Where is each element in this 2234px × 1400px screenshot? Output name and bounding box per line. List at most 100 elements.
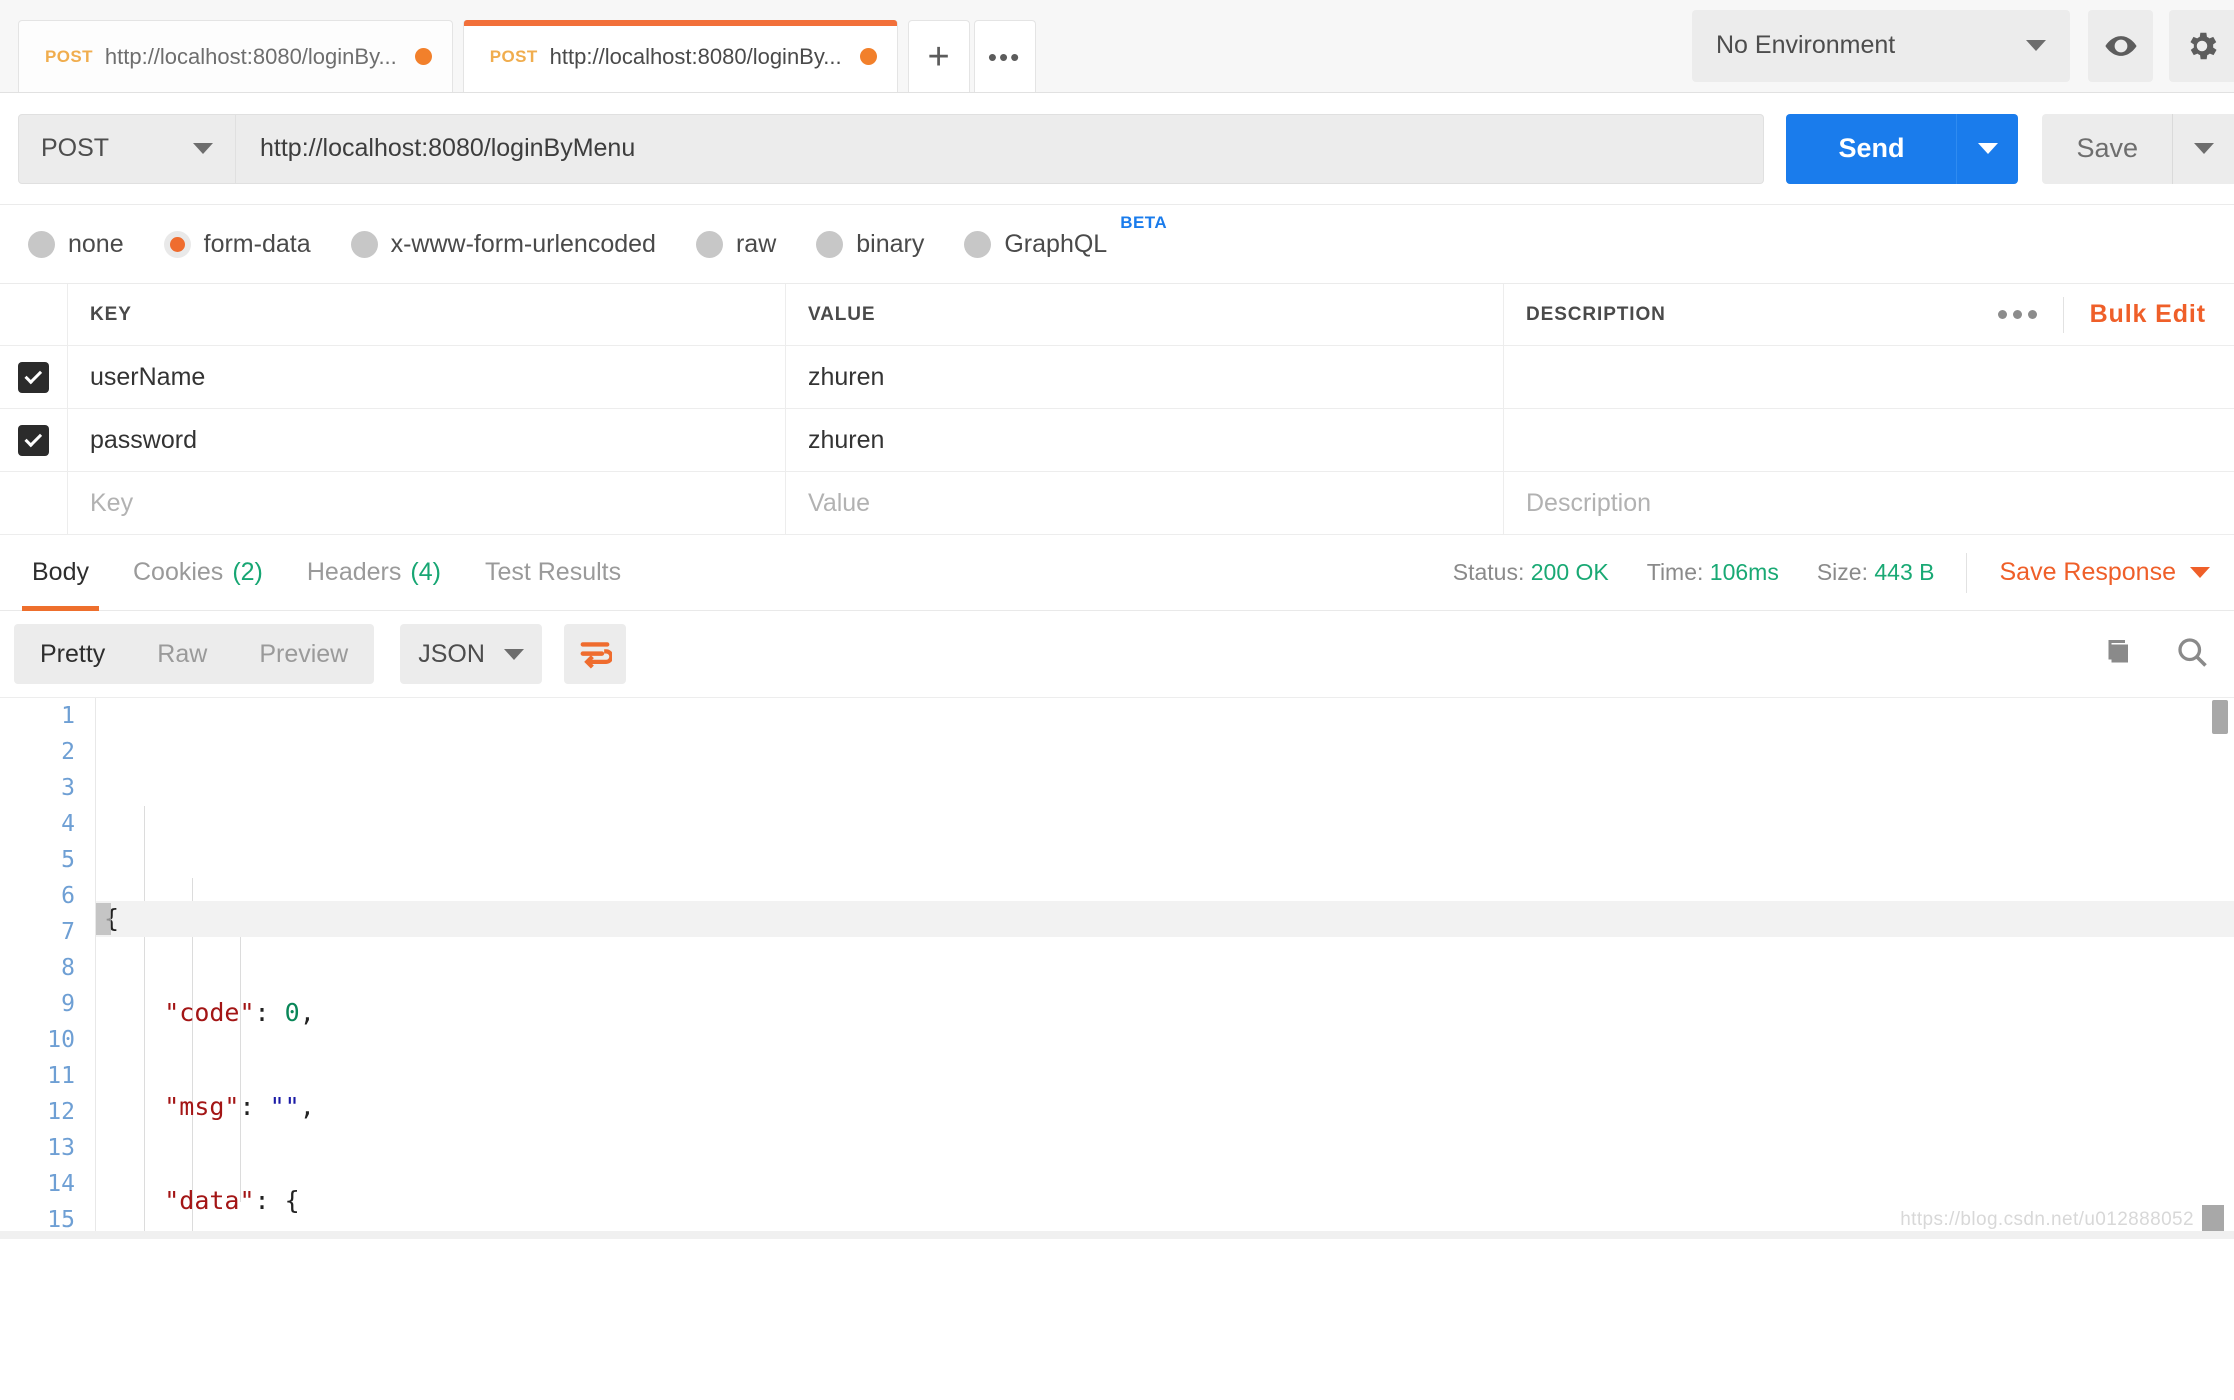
divider	[1966, 552, 1968, 593]
tab-test-results-label: Test Results	[484, 558, 622, 586]
row-enabled-checkbox-empty[interactable]	[0, 472, 68, 534]
row-description-input[interactable]	[1504, 346, 2234, 408]
workspace-controls: No Environment	[1692, 0, 2234, 92]
new-row-key-input[interactable]: Key	[68, 472, 786, 534]
status-label: Status:	[1452, 559, 1525, 585]
line-number: 3	[61, 775, 75, 801]
line-number: 12	[47, 1099, 75, 1125]
send-options-button[interactable]	[1956, 113, 2019, 184]
status-value: 200 OK	[1530, 559, 1609, 585]
table-header-row: KEY VALUE DESCRIPTION Bulk Edit	[0, 284, 2234, 346]
response-meta: Status: 200 OK Time: 106ms Size: 443 B S…	[1415, 552, 2234, 593]
new-row-value-input[interactable]: Value	[786, 472, 1504, 534]
chevron-down-icon	[1977, 143, 1998, 154]
beta-badge: BETA	[1120, 212, 1168, 232]
viewer-mode-switch: Pretty Raw Preview	[14, 624, 375, 684]
body-type-form-data[interactable]: form-data	[163, 229, 311, 259]
row-description-input[interactable]	[1504, 409, 2234, 471]
body-type-binary[interactable]: binary	[816, 230, 924, 259]
divider	[2062, 296, 2064, 333]
table-row: userName zhuren	[0, 346, 2234, 409]
new-tab-button[interactable]: +	[907, 20, 970, 92]
request-tab-1[interactable]: POST http://localhost:8080/loginBy...	[18, 20, 453, 92]
gear-icon	[2189, 32, 2217, 59]
tab-body[interactable]: Body	[10, 535, 111, 611]
request-url-input[interactable]: http://localhost:8080/loginByMenu	[236, 113, 1765, 184]
unsaved-changes-dot	[414, 48, 432, 65]
size-value: 443 B	[1874, 559, 1935, 585]
send-button[interactable]: Send	[1786, 113, 1957, 184]
tab-options-button[interactable]: •••	[973, 20, 1036, 92]
radio-icon	[816, 230, 844, 258]
response-body-code-viewer[interactable]: 1 2 3 4 5 6 7 8 9 10 11 12 13 14 15 16 1…	[0, 697, 2234, 1239]
response-format-select[interactable]: JSON	[400, 624, 543, 684]
row-key-input[interactable]: userName	[68, 346, 786, 408]
response-format-value: JSON	[418, 639, 485, 668]
body-type-raw[interactable]: raw	[695, 230, 776, 259]
row-value-input[interactable]: zhuren	[786, 409, 1504, 471]
tab-cookies-label: Cookies	[132, 558, 224, 586]
row-key-input[interactable]: password	[68, 409, 786, 471]
body-type-form-data-label: form-data	[203, 229, 311, 258]
chevron-down-icon	[2193, 143, 2214, 154]
save-response-button[interactable]: Save Response	[1999, 558, 2210, 587]
tab-cookies[interactable]: Cookies (2)	[111, 535, 285, 611]
tab-headers[interactable]: Headers (4)	[285, 535, 463, 611]
row-enabled-checkbox[interactable]	[0, 346, 68, 408]
viewer-mode-raw[interactable]: Raw	[131, 640, 233, 669]
save-button[interactable]: Save	[2042, 113, 2172, 184]
column-header-description: DESCRIPTION Bulk Edit	[1504, 284, 2234, 345]
new-row-description-input[interactable]: Description	[1504, 472, 2234, 534]
time-value: 106ms	[1709, 559, 1779, 585]
row-enabled-checkbox[interactable]	[0, 409, 68, 471]
column-header-key: KEY	[68, 284, 786, 345]
search-button[interactable]	[2174, 634, 2210, 675]
body-type-none[interactable]: none	[28, 230, 124, 259]
copy-button[interactable]	[2098, 634, 2134, 675]
response-tab-bar: Body Cookies (2) Headers (4) Test Result…	[0, 535, 2234, 611]
environment-quick-look-button[interactable]	[2088, 9, 2153, 82]
request-tab-2[interactable]: POST http://localhost:8080/loginBy...	[462, 20, 898, 92]
copy-icon	[2108, 639, 2128, 662]
save-button-group: Save	[2042, 113, 2234, 184]
code-lines[interactable]: { "code": 0, "msg": "", "data": { "menuL…	[96, 698, 2234, 1239]
vertical-scrollbar-thumb[interactable]	[2212, 700, 2228, 734]
tab-test-results[interactable]: Test Results	[463, 535, 643, 611]
radio-icon	[350, 230, 378, 258]
line-number: 8	[61, 955, 75, 981]
radio-selected-icon	[163, 230, 191, 258]
word-wrap-toggle[interactable]	[564, 624, 627, 684]
ellipsis-icon[interactable]	[1997, 310, 2037, 319]
line-number: 11	[47, 1063, 75, 1089]
column-header-value: VALUE	[786, 284, 1504, 345]
http-method-select[interactable]: POST	[18, 113, 236, 184]
time-meta: Time: 106ms	[1647, 559, 1779, 586]
line-number-gutter: 1 2 3 4 5 6 7 8 9 10 11 12 13 14 15 16 1…	[0, 698, 96, 1239]
column-header-description-label: DESCRIPTION	[1526, 303, 1666, 325]
line-number: 4	[61, 811, 75, 837]
tab-body-label: Body	[32, 558, 89, 586]
request-url-value: http://localhost:8080/loginByMenu	[260, 134, 636, 162]
settings-button[interactable]	[2169, 9, 2234, 82]
table-empty-row: Key Value Description	[0, 472, 2234, 535]
header-checkbox-cell	[0, 284, 68, 345]
line-number: 2	[61, 739, 75, 765]
line-number: 10	[47, 1027, 75, 1053]
row-value-input[interactable]: zhuren	[786, 346, 1504, 408]
form-data-table: KEY VALUE DESCRIPTION Bulk Edit userName…	[0, 283, 2234, 535]
save-options-button[interactable]	[2172, 113, 2234, 184]
response-viewer-toolbar: Pretty Raw Preview JSON	[0, 611, 2234, 697]
line-number: 7	[61, 919, 75, 945]
body-type-radio-group: none form-data x-www-form-urlencoded raw…	[0, 205, 2234, 283]
time-label: Time:	[1646, 559, 1704, 585]
viewer-mode-preview[interactable]: Preview	[233, 640, 374, 669]
line-number: 5	[61, 847, 75, 873]
horizontal-scrollbar-track[interactable]	[0, 1231, 2234, 1239]
body-type-urlencoded[interactable]: x-www-form-urlencoded	[350, 230, 656, 259]
bulk-edit-button[interactable]: Bulk Edit	[2090, 300, 2206, 329]
request-url-row: POST http://localhost:8080/loginByMenu S…	[0, 93, 2234, 205]
environment-selector[interactable]: No Environment	[1692, 9, 2070, 82]
save-response-label: Save Response	[1999, 558, 2176, 586]
body-type-graphql[interactable]: GraphQL BETA	[964, 213, 1167, 259]
viewer-mode-pretty[interactable]: Pretty	[14, 640, 131, 669]
